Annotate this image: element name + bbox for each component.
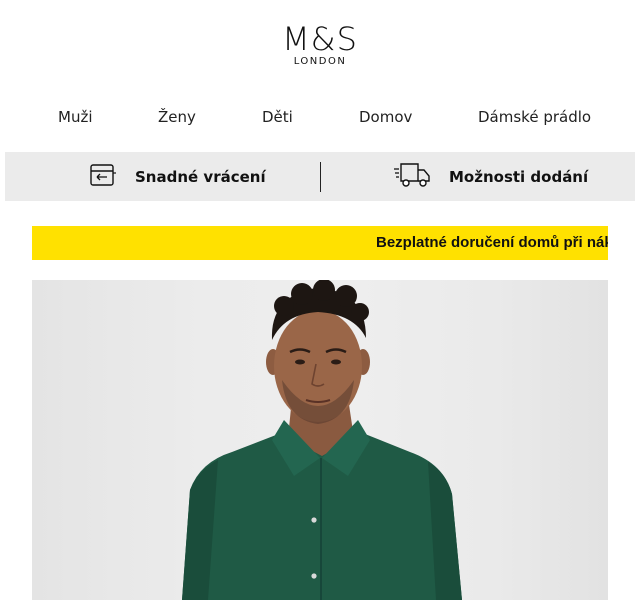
delivery-truck-icon — [393, 161, 449, 193]
model-photo-illustration — [182, 280, 462, 600]
logo-subtext: LONDON — [293, 56, 347, 67]
service-divider — [320, 162, 321, 192]
nav-item-deti[interactable]: Děti — [262, 108, 293, 126]
nav-item-lingerie[interactable]: Dámské prádlo — [478, 108, 591, 126]
easy-returns-link[interactable]: Snadné vrácení — [89, 152, 266, 201]
brand-logo[interactable]: M&S LONDON — [0, 22, 640, 68]
nav-item-zeny[interactable]: Ženy — [158, 108, 196, 126]
hero-image[interactable] — [32, 280, 608, 600]
main-navigation: Muži Ženy Děti Domov Dámské prádlo — [0, 108, 640, 130]
nav-item-muzi[interactable]: Muži — [58, 108, 93, 126]
service-bar: Snadné vrácení Možnosti dodání — [5, 152, 635, 201]
delivery-options-label: Možnosti dodání — [449, 167, 589, 186]
easy-returns-label: Snadné vrácení — [135, 167, 266, 186]
promo-text: Bezplatné doručení domů při nák — [376, 234, 608, 251]
delivery-options-link[interactable]: Možnosti dodání — [393, 152, 588, 201]
card-return-icon — [89, 163, 135, 191]
promo-banner[interactable]: Bezplatné doručení domů při nák — [32, 226, 608, 260]
nav-item-domov[interactable]: Domov — [359, 108, 412, 126]
logo-text: M&S — [282, 20, 358, 58]
